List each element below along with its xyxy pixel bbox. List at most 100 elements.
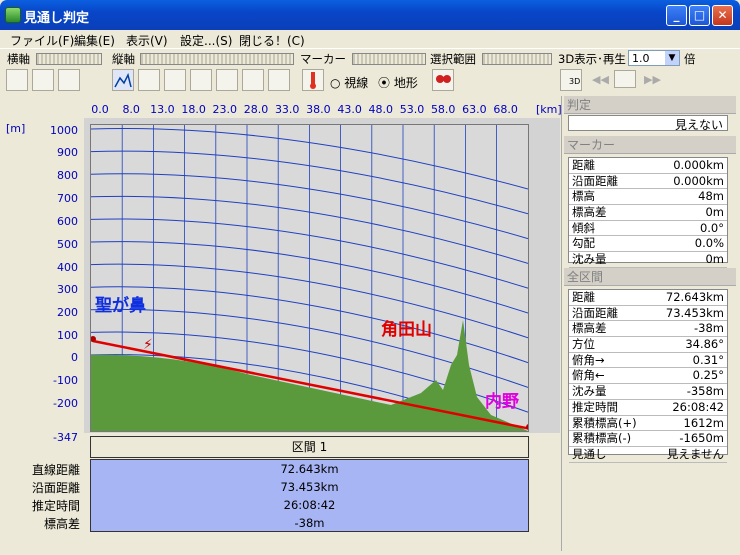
section-surface-distance: 73.453km (280, 480, 339, 494)
x-unit-label: [km] (536, 103, 562, 116)
total_panel-row: 距離 72.643km (569, 290, 727, 306)
section-time: 26:08:42 (283, 498, 336, 512)
3d-icon-label: 3D (569, 77, 581, 86)
vertical-axis-slider[interactable] (140, 53, 294, 65)
total_panel-value: 見えません (666, 446, 724, 461)
speed-value: 1.0 (632, 52, 650, 65)
zoom-out-vertical-icon[interactable] (242, 69, 264, 91)
marker-slider[interactable] (352, 53, 426, 65)
marker_panel-row: 勾配 0.0% (569, 236, 727, 253)
y-tick-label: 0 (71, 351, 78, 364)
zoom-in-icon[interactable] (58, 69, 80, 91)
total_panel-row: 俯角← 0.25° (569, 368, 727, 385)
section-table: 72.643km 73.453km 26:08:42 -38m (90, 459, 529, 532)
marker_panel-value: 0.0% (694, 236, 724, 251)
rewind-icon[interactable]: ◀◀ (592, 73, 609, 86)
section-header[interactable]: 区間 1 (90, 436, 529, 458)
total_panel-value: 0.31° (692, 352, 724, 367)
judgement-value: 見えない (674, 118, 723, 132)
y-tick-label: 100 (57, 329, 78, 342)
cloud-icon[interactable] (164, 69, 186, 91)
thermometer-icon[interactable] (302, 69, 324, 91)
range-select-icon[interactable] (432, 69, 454, 91)
window-title: 見通し判定 (24, 11, 90, 26)
menu-file[interactable]: ファイル(F) (10, 32, 74, 49)
total_panel-value: 1612m (683, 415, 724, 430)
y-tick-label: 800 (57, 169, 78, 182)
total_panel-row: 見通し 見えません (569, 447, 727, 463)
marker-label: マーカー (300, 52, 346, 66)
label-end-point: 内野 (485, 392, 519, 412)
total_panel-key: 俯角← (572, 368, 605, 383)
toolbar: 横軸 縦軸 マーカー ○ 視線 ⦿ 地形 選択範囲 3D表示･再生 1.0 ▼ … (0, 48, 740, 97)
marker_panel-key: 沿面距離 (572, 173, 618, 188)
y-tick-label: 500 (57, 238, 78, 251)
slope-icon[interactable] (216, 69, 238, 91)
y-tick-label: 900 (57, 146, 78, 159)
title-bar: 見通し判定 _ □ ✕ (0, 0, 740, 30)
marker_panel-key: 距離 (572, 158, 595, 172)
marker_panel-key: 傾斜 (572, 220, 595, 235)
speed-select[interactable]: 1.0 ▼ (628, 50, 680, 66)
menu-edit[interactable]: 編集(E) (74, 32, 115, 49)
minimize-button[interactable]: _ (666, 5, 687, 26)
horizontal-axis-slider[interactable] (36, 53, 102, 65)
marker_panel-value: 0.000km (673, 158, 724, 172)
total_panel-row: 方位 34.86° (569, 337, 727, 353)
total_panel-key: 標高差 (572, 321, 607, 336)
marker_panel-value: 0m (705, 252, 724, 267)
mountain-profile-icon[interactable] (112, 69, 134, 91)
range-slider[interactable] (482, 53, 552, 65)
y-tick-label: 400 (57, 261, 78, 274)
judgement-box: 見えない (568, 115, 728, 132)
marker_panel-row: 標高差 0m (569, 205, 727, 221)
marker_panel-row: 傾斜 0.0° (569, 221, 727, 237)
obstruction-marker-icon: ⚡ (143, 337, 153, 353)
marker-header: マーカー (564, 136, 736, 154)
zoom-out-icon[interactable] (32, 69, 54, 91)
total_panel-row: 俯角→ 0.31° (569, 353, 727, 369)
y-unit-label: [m] (6, 122, 26, 135)
total_panel-key: 俯角→ (572, 352, 605, 367)
total_panel-key: 沿面距離 (572, 305, 618, 320)
y-tick-label: -200 (53, 397, 78, 410)
radio-sightline[interactable]: ○ 視線 (330, 74, 368, 91)
total_panel-row: 累積標高(+) 1612m (569, 416, 727, 432)
y-tick-label: 300 (57, 283, 78, 296)
marker_panel-row: 沈み量 0m (569, 252, 727, 268)
zoom-in-vertical-icon[interactable] (268, 69, 290, 91)
close-button[interactable]: ✕ (712, 5, 733, 26)
marker_panel-row: 距離 0.000km (569, 158, 727, 174)
radio-terrain[interactable]: ⦿ 地形 (378, 74, 418, 91)
total_panel-key: 距離 (572, 290, 595, 304)
total_panel-row: 沈み量 -358m (569, 384, 727, 400)
total_panel-value: 34.86° (685, 337, 724, 352)
menu-settings[interactable]: 設定...(S) (180, 32, 232, 49)
section-label-elev: 標高差 (43, 517, 80, 531)
stop-icon[interactable] (614, 70, 636, 88)
section-label-time: 推定時間 (31, 499, 80, 513)
y-tick-label: 700 (57, 192, 78, 205)
play-icon[interactable]: ▶▶ (644, 73, 661, 86)
menu-view[interactable]: 表示(V) (126, 32, 168, 49)
total_panel-key: 累積標高(-) (572, 431, 632, 446)
ruler-icon[interactable] (6, 69, 28, 91)
profile-plot[interactable]: ⚡ 聖が鼻 角田山 内野 (90, 124, 529, 432)
marker-table: 距離 0.000km 沿面距離 0.000km 標高 48m 標高差 0m 傾斜 0.0° 勾配 0.… (568, 157, 728, 268)
total-table: 距離 72.643km 沿面距離 73.453km 標高差 -38m 方位 34.86° 俯角→… (568, 289, 728, 463)
chevron-down-icon[interactable]: ▼ (665, 51, 679, 65)
cloud-arrow-icon[interactable] (190, 69, 212, 91)
total_panel-row: 沿面距離 73.453km (569, 306, 727, 322)
total_panel-key: 方位 (572, 337, 595, 352)
marker_panel-value: 0.0° (699, 220, 724, 235)
maximize-button[interactable]: □ (689, 5, 710, 26)
judgement-header: 判定 (564, 96, 736, 114)
marker_panel-row: 沿面距離 0.000km (569, 174, 727, 190)
total_panel-value: -358m (686, 384, 724, 399)
total_panel-value: 72.643km (665, 290, 724, 304)
menu-close[interactable]: 閉じる！(C) (239, 32, 305, 49)
ruler-vertical-icon[interactable] (138, 69, 160, 91)
marker_panel-key: 標高差 (572, 205, 607, 220)
3d-view-icon[interactable]: 3D (560, 69, 582, 91)
marker_panel-key: 沈み量 (572, 252, 607, 267)
